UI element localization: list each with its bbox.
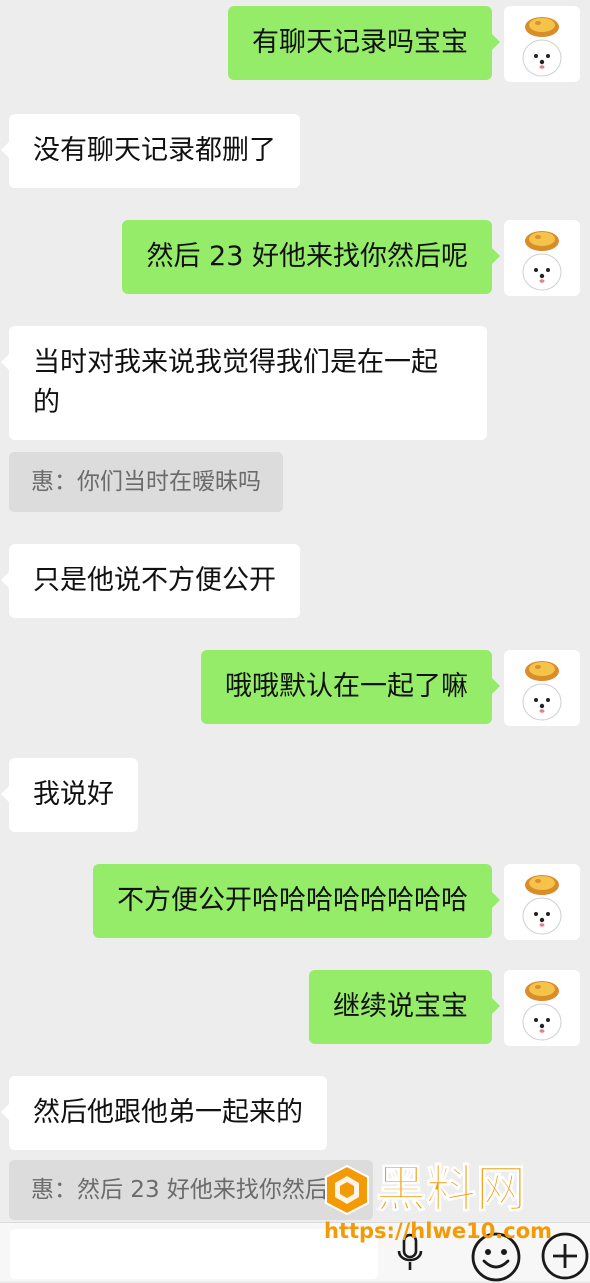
- outgoing-message-bubble[interactable]: 哦哦默认在一起了嘛: [201, 650, 500, 724]
- avatar[interactable]: [504, 6, 580, 82]
- outgoing-message-bubble[interactable]: 有聊天记录吗宝宝: [228, 6, 500, 80]
- incoming-message-bubble[interactable]: 我说好: [1, 758, 138, 832]
- quoted-text: 惠：然后 23 好他来找你然后呢: [31, 1177, 351, 1203]
- message-text: 有聊天记录吗宝宝: [252, 27, 468, 58]
- bichon-dog-with-egg-tart-hat-icon: [522, 661, 562, 721]
- message-text: 然后 23 好他来找你然后呢: [146, 241, 468, 272]
- message-text: 我说好: [33, 779, 114, 810]
- quoted-message[interactable]: 惠：你们当时在暧昧吗: [9, 452, 283, 512]
- message-text: 不方便公开哈哈哈哈哈哈哈哈: [117, 885, 468, 916]
- bichon-dog-with-egg-tart-hat-icon: [522, 231, 562, 291]
- incoming-message-bubble[interactable]: 没有聊天记录都删了: [1, 114, 300, 188]
- avatar[interactable]: [504, 650, 580, 726]
- emoji-icon[interactable]: [470, 1231, 522, 1283]
- incoming-message-bubble[interactable]: 然后他跟他弟一起来的: [1, 1076, 327, 1150]
- quoted-text: 惠：你们当时在暧昧吗: [31, 469, 261, 495]
- bichon-dog-with-egg-tart-hat-icon: [522, 875, 562, 935]
- incoming-message-bubble[interactable]: 当时对我来说我觉得我们是在一起的: [1, 326, 487, 440]
- plus-icon[interactable]: [540, 1231, 590, 1281]
- message-text: 当时对我来说我觉得我们是在一起的: [33, 347, 438, 418]
- outgoing-message-bubble[interactable]: 继续说宝宝: [309, 970, 500, 1044]
- message-text: 没有聊天记录都删了: [33, 135, 276, 166]
- avatar[interactable]: [504, 864, 580, 940]
- bichon-dog-with-egg-tart-hat-icon: [522, 981, 562, 1041]
- incoming-message-bubble[interactable]: 只是他说不方便公开: [1, 544, 300, 618]
- message-text: 哦哦默认在一起了嘛: [225, 671, 468, 702]
- outgoing-message-bubble[interactable]: 不方便公开哈哈哈哈哈哈哈哈: [93, 864, 500, 938]
- chat-message-list[interactable]: 有聊天记录吗宝宝 没有聊天记录都删了 然后 23 好他来找你然后呢 当时对我来说…: [0, 0, 590, 1220]
- quoted-message[interactable]: 惠：然后 23 好他来找你然后呢: [9, 1160, 373, 1220]
- outgoing-message-bubble[interactable]: 然后 23 好他来找你然后呢: [122, 220, 500, 294]
- message-input[interactable]: [10, 1229, 378, 1279]
- message-text: 只是他说不方便公开: [33, 565, 276, 596]
- avatar[interactable]: [504, 970, 580, 1046]
- avatar[interactable]: [504, 220, 580, 296]
- bichon-dog-with-egg-tart-hat-icon: [522, 17, 562, 77]
- message-input-bar: [0, 1222, 590, 1283]
- microphone-icon[interactable]: [394, 1233, 426, 1273]
- message-text: 继续说宝宝: [333, 991, 468, 1022]
- message-text: 然后他跟他弟一起来的: [33, 1097, 303, 1128]
